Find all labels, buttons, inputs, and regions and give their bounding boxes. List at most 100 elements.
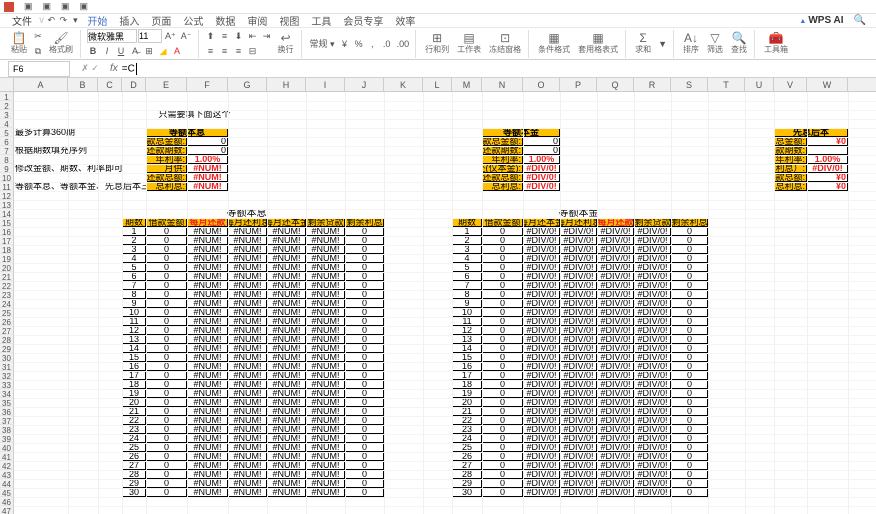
cell[interactable]: #NUM! xyxy=(187,353,228,362)
row-header[interactable]: 8 xyxy=(0,155,14,164)
cell[interactable]: #DIV/0! xyxy=(523,488,560,497)
cell[interactable]: #DIV/0! xyxy=(523,362,560,371)
cell[interactable]: 0 xyxy=(482,434,523,443)
cell[interactable]: #DIV/0! xyxy=(560,317,597,326)
cell[interactable]: #NUM! xyxy=(306,281,345,290)
cell[interactable]: #NUM! xyxy=(228,407,267,416)
row-header[interactable]: 29 xyxy=(0,344,14,353)
cell[interactable]: 总利息: xyxy=(146,182,187,191)
cell[interactable]: 26 xyxy=(122,452,146,461)
cell[interactable]: 0 xyxy=(671,443,708,452)
cell[interactable]: #NUM! xyxy=(267,407,306,416)
cell[interactable]: 0 xyxy=(146,407,187,416)
cell[interactable]: #DIV/0! xyxy=(597,299,634,308)
col-header[interactable]: K xyxy=(384,78,423,91)
strike-button[interactable]: A̶ xyxy=(129,44,141,58)
cell[interactable]: #DIV/0! xyxy=(634,245,671,254)
cell[interactable]: #DIV/0! xyxy=(597,353,634,362)
cell[interactable]: #NUM! xyxy=(228,425,267,434)
cell[interactable]: 0 xyxy=(187,146,228,155)
row-header[interactable]: 47 xyxy=(0,506,14,514)
cell[interactable]: 0 xyxy=(146,227,187,236)
cell[interactable]: 0 xyxy=(482,479,523,488)
cell[interactable]: 0 xyxy=(671,281,708,290)
cell[interactable]: #NUM! xyxy=(187,317,228,326)
cell[interactable]: #NUM! xyxy=(228,299,267,308)
menu-start[interactable]: 开始 xyxy=(81,13,113,28)
cell[interactable]: 0 xyxy=(482,398,523,407)
cell[interactable]: #NUM! xyxy=(228,263,267,272)
cell[interactable]: 18 xyxy=(452,380,482,389)
cell[interactable]: #NUM! xyxy=(267,227,306,236)
col-header[interactable]: S xyxy=(671,78,708,91)
cell[interactable]: 还款期数: xyxy=(774,146,807,155)
cell[interactable]: #DIV/0! xyxy=(634,299,671,308)
comma-button[interactable]: , xyxy=(367,37,379,51)
cell[interactable]: #DIV/0! xyxy=(634,308,671,317)
cell[interactable]: #NUM! xyxy=(306,488,345,497)
cell[interactable]: #DIV/0! xyxy=(597,335,634,344)
cell[interactable]: #NUM! xyxy=(306,335,345,344)
cell[interactable]: 0 xyxy=(146,362,187,371)
cell[interactable]: #DIV/0! xyxy=(560,434,597,443)
cell[interactable]: 7 xyxy=(122,281,146,290)
col-header[interactable]: R xyxy=(634,78,671,91)
cell[interactable]: 5 xyxy=(122,263,146,272)
cell[interactable]: 0 xyxy=(482,272,523,281)
table-style-button[interactable]: ▦套用格表式 xyxy=(575,32,621,55)
col-header[interactable]: A xyxy=(14,78,68,91)
cell[interactable]: 7 xyxy=(452,281,482,290)
cell[interactable]: #DIV/0! xyxy=(560,470,597,479)
cell[interactable]: #DIV/0! xyxy=(634,398,671,407)
cell[interactable]: 0 xyxy=(146,335,187,344)
cell[interactable]: 11 xyxy=(452,317,482,326)
menu-insert[interactable]: 插入 xyxy=(113,13,145,28)
cell[interactable]: 11 xyxy=(122,317,146,326)
cell[interactable]: #DIV/0! xyxy=(634,461,671,470)
cell[interactable]: 15 xyxy=(122,353,146,362)
row-header[interactable]: 37 xyxy=(0,416,14,425)
cell[interactable]: #NUM! xyxy=(267,290,306,299)
cell[interactable]: 0 xyxy=(146,344,187,353)
cell[interactable]: 每月还本金 xyxy=(523,218,560,227)
cell[interactable]: 0 xyxy=(671,335,708,344)
cell[interactable]: #NUM! xyxy=(267,389,306,398)
cell[interactable]: 等额本息 xyxy=(187,209,306,218)
align-center[interactable]: ≡ xyxy=(219,44,231,58)
cell[interactable]: #NUM! xyxy=(187,470,228,479)
cell[interactable]: #NUM! xyxy=(228,254,267,263)
cell[interactable]: 0 xyxy=(345,263,384,272)
cell[interactable]: 19 xyxy=(122,389,146,398)
cell[interactable]: #DIV/0! xyxy=(597,380,634,389)
cell[interactable]: #NUM! xyxy=(267,479,306,488)
cell[interactable]: #DIV/0! xyxy=(523,479,560,488)
cell[interactable]: #NUM! xyxy=(267,425,306,434)
cell[interactable]: #NUM! xyxy=(267,263,306,272)
cell[interactable]: #NUM! xyxy=(187,308,228,317)
cell[interactable]: #NUM! xyxy=(228,353,267,362)
cell[interactable]: #DIV/0! xyxy=(560,488,597,497)
cell[interactable]: #NUM! xyxy=(306,398,345,407)
cell[interactable]: #NUM! xyxy=(267,344,306,353)
cell[interactable]: #NUM! xyxy=(228,290,267,299)
col-header[interactable]: F xyxy=(187,78,228,91)
cell[interactable]: 0 xyxy=(146,416,187,425)
cell[interactable]: 0 xyxy=(482,443,523,452)
cell[interactable]: #DIV/0! xyxy=(597,452,634,461)
cell[interactable]: #DIV/0! xyxy=(597,461,634,470)
cell[interactable]: #DIV/0! xyxy=(634,407,671,416)
cell[interactable]: 0 xyxy=(345,326,384,335)
cell[interactable]: 年利率: xyxy=(146,155,187,164)
cell[interactable]: 每月还利息 xyxy=(560,218,597,227)
cell[interactable]: #DIV/0! xyxy=(560,452,597,461)
paste-button[interactable]: 📋粘贴 xyxy=(8,32,30,55)
cell[interactable]: 21 xyxy=(122,407,146,416)
cell[interactable]: 0 xyxy=(345,389,384,398)
cell[interactable]: 0 xyxy=(671,380,708,389)
format-painter[interactable]: 🖌格式刷 xyxy=(46,32,76,55)
copy-button[interactable]: ⧉ xyxy=(32,44,44,58)
sort-button[interactable]: A↓排序 xyxy=(680,32,702,55)
cell[interactable]: 借款金额 xyxy=(146,218,187,227)
row-header[interactable]: 30 xyxy=(0,353,14,362)
cell[interactable]: 0 xyxy=(671,416,708,425)
